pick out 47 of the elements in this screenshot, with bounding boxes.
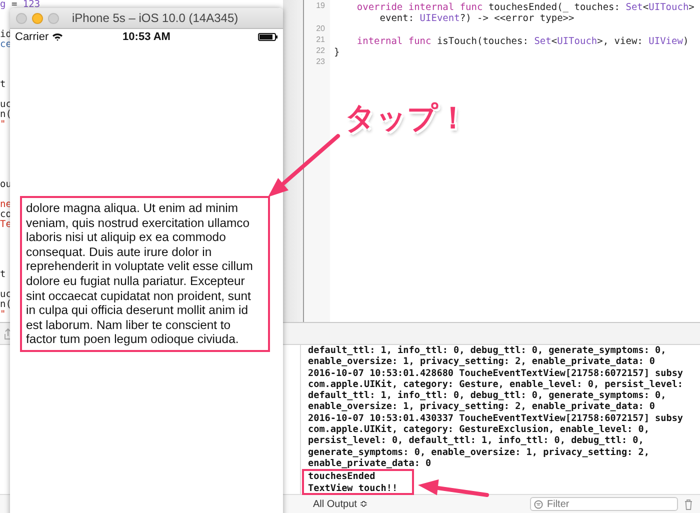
line-number: 21 <box>316 34 325 44</box>
console-line: enable_oversize: 1, privacy_setting: 2, enable_private_data: 0 <box>308 401 656 413</box>
code-line: " <box>0 119 6 130</box>
text-view[interactable]: dolore magna aliqua. Ut enim ad minim veniam, quis nostrud exercitation ullamco laboris nisi ut aliquip ex ea commodo consequat. Duis aute irure dolor in reprehenderit in voluptate velit esse cillum dolore eu fugiat nulla pariatur. Excepteur sint occaecat cupidatat non proident, sunt in culpa qui officia deserunt mollit anim id est laborum. Nam liber te conscient to factor tum poen legum odioque civiuda. <box>20 196 270 352</box>
filter-icon <box>534 500 543 508</box>
line-number: 20 <box>316 24 325 33</box>
console-line: default_ttl: 1, info_ttl: 0, debug_ttl: 0, generate_symptoms: 0, <box>308 390 666 402</box>
code-line: t <box>0 79 6 90</box>
carrier-label: Carrier <box>15 31 49 43</box>
line-number: 23 <box>316 57 325 66</box>
code-line: override internal func touchesEnded(_ touches: Set<UITouch> <box>356 2 694 13</box>
console-line: default_ttl: 1, info_ttl: 0, debug_ttl: 0, generate_symptoms: 0, <box>308 345 666 356</box>
code-line: event: UIEvent?) -> <<error type>> <box>378 13 574 24</box>
output-menu[interactable]: All Output ≎ <box>310 498 400 510</box>
code-line: " <box>0 309 6 320</box>
code-line: uc <box>0 289 12 300</box>
filter-field[interactable]: Filter <box>530 497 678 511</box>
status-time: 10:53 AM <box>122 31 170 43</box>
console-line: persist_level: 0, default_ttl: 1, info_ttl: 0, debug_ttl: 0, <box>308 435 644 447</box>
code-line: uc <box>0 99 12 110</box>
console-line: generate_symptoms: 0, enable_oversize: 1, privacy_setting: 2, <box>308 446 650 458</box>
window-title: iPhone 5s – iOS 10.0 (14A345) <box>72 11 238 25</box>
code-line: t <box>0 269 6 280</box>
code-line: internal func isTouch(touches: Set<UITouch>, view: UIView) <box>356 36 689 47</box>
console-line: enable_private_data: 0 <box>308 458 432 470</box>
arrow <box>268 134 340 197</box>
code-line: n( <box>0 299 12 310</box>
wifi-icon <box>52 33 63 41</box>
console-line: 2016-10-07 10:53:01.428680 ToucheEventTextView[21758:6072157] subsy <box>308 368 684 379</box>
zoom-button[interactable] <box>48 12 59 24</box>
console-line: com.apple.UIKit, category: GestureExclusion, enable_level: 0, <box>308 424 650 436</box>
code-line: n( <box>0 109 12 120</box>
line-number: 19 <box>316 1 325 10</box>
code-line: g = 123 <box>0 0 40 10</box>
console-line: TextView touch!! <box>308 482 398 494</box>
code-line: } <box>334 47 340 58</box>
arrow <box>418 479 489 497</box>
battery-icon <box>258 33 278 41</box>
console-line: touchesEnded <box>308 471 376 483</box>
callout-text: タップ！ <box>345 100 468 138</box>
trash-icon[interactable] <box>684 498 693 510</box>
console-line: com.apple.UIKit, category: Gesture, enable_level: 0, persist_level: <box>308 378 684 390</box>
close-button[interactable] <box>16 12 27 24</box>
minimize-button[interactable] <box>32 12 43 24</box>
console-line: 2016-10-07 10:53:01.430337 ToucheEventTextView[21758:6072157] subsy <box>308 412 684 424</box>
line-number: 22 <box>316 46 325 56</box>
console-line: enable_oversize: 1, privacy_setting: 2, enable_private_data: 0 <box>308 356 656 368</box>
